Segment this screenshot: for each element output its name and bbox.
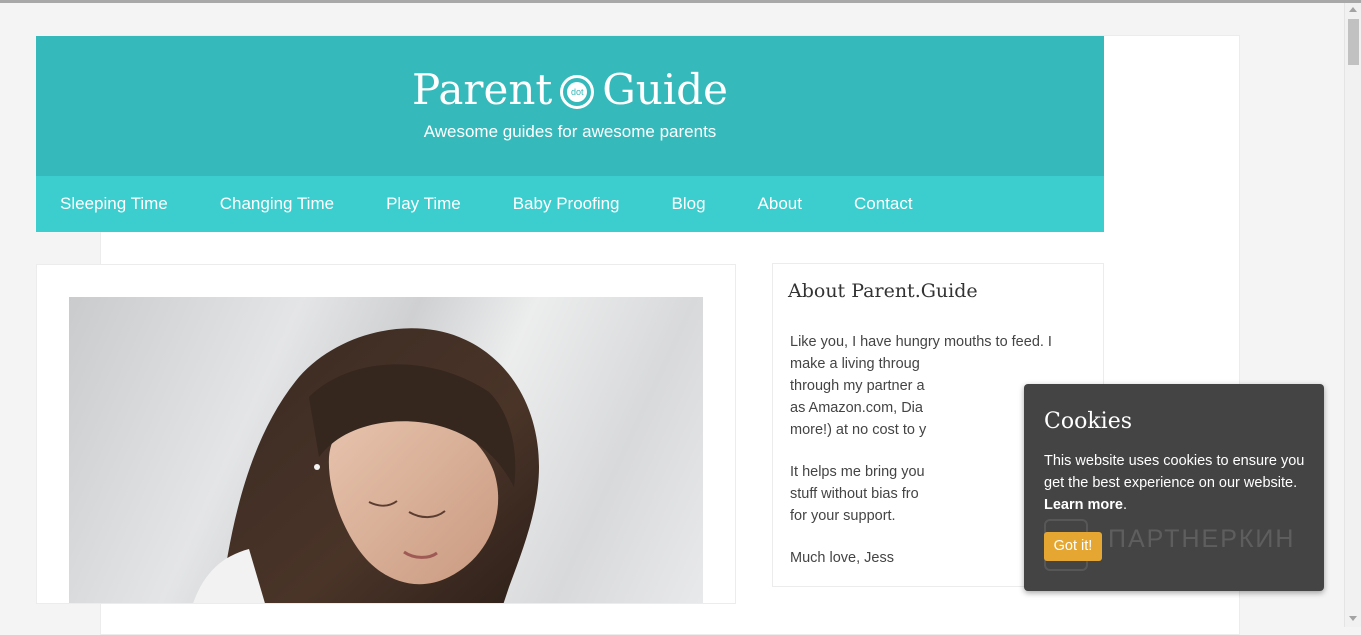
nav-item-sleeping-time[interactable]: Sleeping Time: [60, 176, 168, 232]
got-it-button[interactable]: Got it!: [1044, 532, 1102, 561]
cookie-consent-popup: ПАРТНЕРКИН Cookies This website uses coo…: [1024, 384, 1324, 591]
nav-item-blog[interactable]: Blog: [672, 176, 706, 232]
nav-item-changing-time[interactable]: Changing Time: [220, 176, 334, 232]
featured-image[interactable]: [69, 297, 703, 603]
logo-text-parent: Parent: [411, 65, 553, 114]
scroll-down-icon[interactable]: [1349, 616, 1357, 621]
watermark-text: ПАРТНЕРКИН: [1108, 525, 1296, 553]
sidebar-line: make a living throug: [790, 356, 920, 372]
logo-dot-icon: dot: [560, 75, 595, 109]
cookie-message-period: .: [1122, 497, 1128, 513]
site-logo[interactable]: Parent dot Guide: [36, 64, 1104, 116]
mother-photo-illustration: [193, 328, 539, 603]
cookie-title: Cookies: [1044, 409, 1132, 434]
nav-item-play-time[interactable]: Play Time: [386, 176, 461, 232]
logo-text-guide: Guide: [602, 65, 729, 114]
nav-item-baby-proofing[interactable]: Baby Proofing: [513, 176, 620, 232]
sidebar-line: through my partner a: [790, 378, 925, 394]
sidebar-line: for your support.: [790, 508, 896, 524]
sidebar-line: as Amazon.com, Dia: [790, 400, 923, 416]
cookie-message: This website uses cookies to ensure you …: [1044, 450, 1306, 516]
sidebar-title: About Parent.Guide: [788, 280, 978, 302]
browser-top-border: [0, 0, 1361, 3]
nav-item-about[interactable]: About: [758, 176, 802, 232]
main-content: [36, 264, 736, 604]
sidebar-line: Like you, I have hungry mouths to feed. …: [790, 334, 1052, 350]
site-header: Parent dot Guide Awesome guides for awes…: [36, 36, 1104, 176]
scrollbar-thumb[interactable]: [1348, 19, 1359, 65]
sidebar-line: more!) at no cost to y: [790, 422, 927, 438]
sidebar-line: Much love, Jess: [790, 550, 894, 566]
cookie-message-text: This website uses cookies to ensure you …: [1044, 453, 1305, 491]
logo-dot-label: dot: [567, 82, 588, 102]
site-tagline: Awesome guides for awesome parents: [423, 122, 717, 141]
sidebar-line: stuff without bias fro: [790, 486, 919, 502]
vertical-scrollbar[interactable]: [1344, 3, 1361, 627]
scroll-up-icon[interactable]: [1349, 7, 1357, 12]
learn-more-link[interactable]: Learn more: [1044, 497, 1123, 513]
sidebar-line: It helps me bring you: [790, 464, 925, 480]
main-nav: Sleeping Time Changing Time Play Time Ba…: [36, 176, 1104, 232]
nav-item-contact[interactable]: Contact: [854, 176, 913, 232]
